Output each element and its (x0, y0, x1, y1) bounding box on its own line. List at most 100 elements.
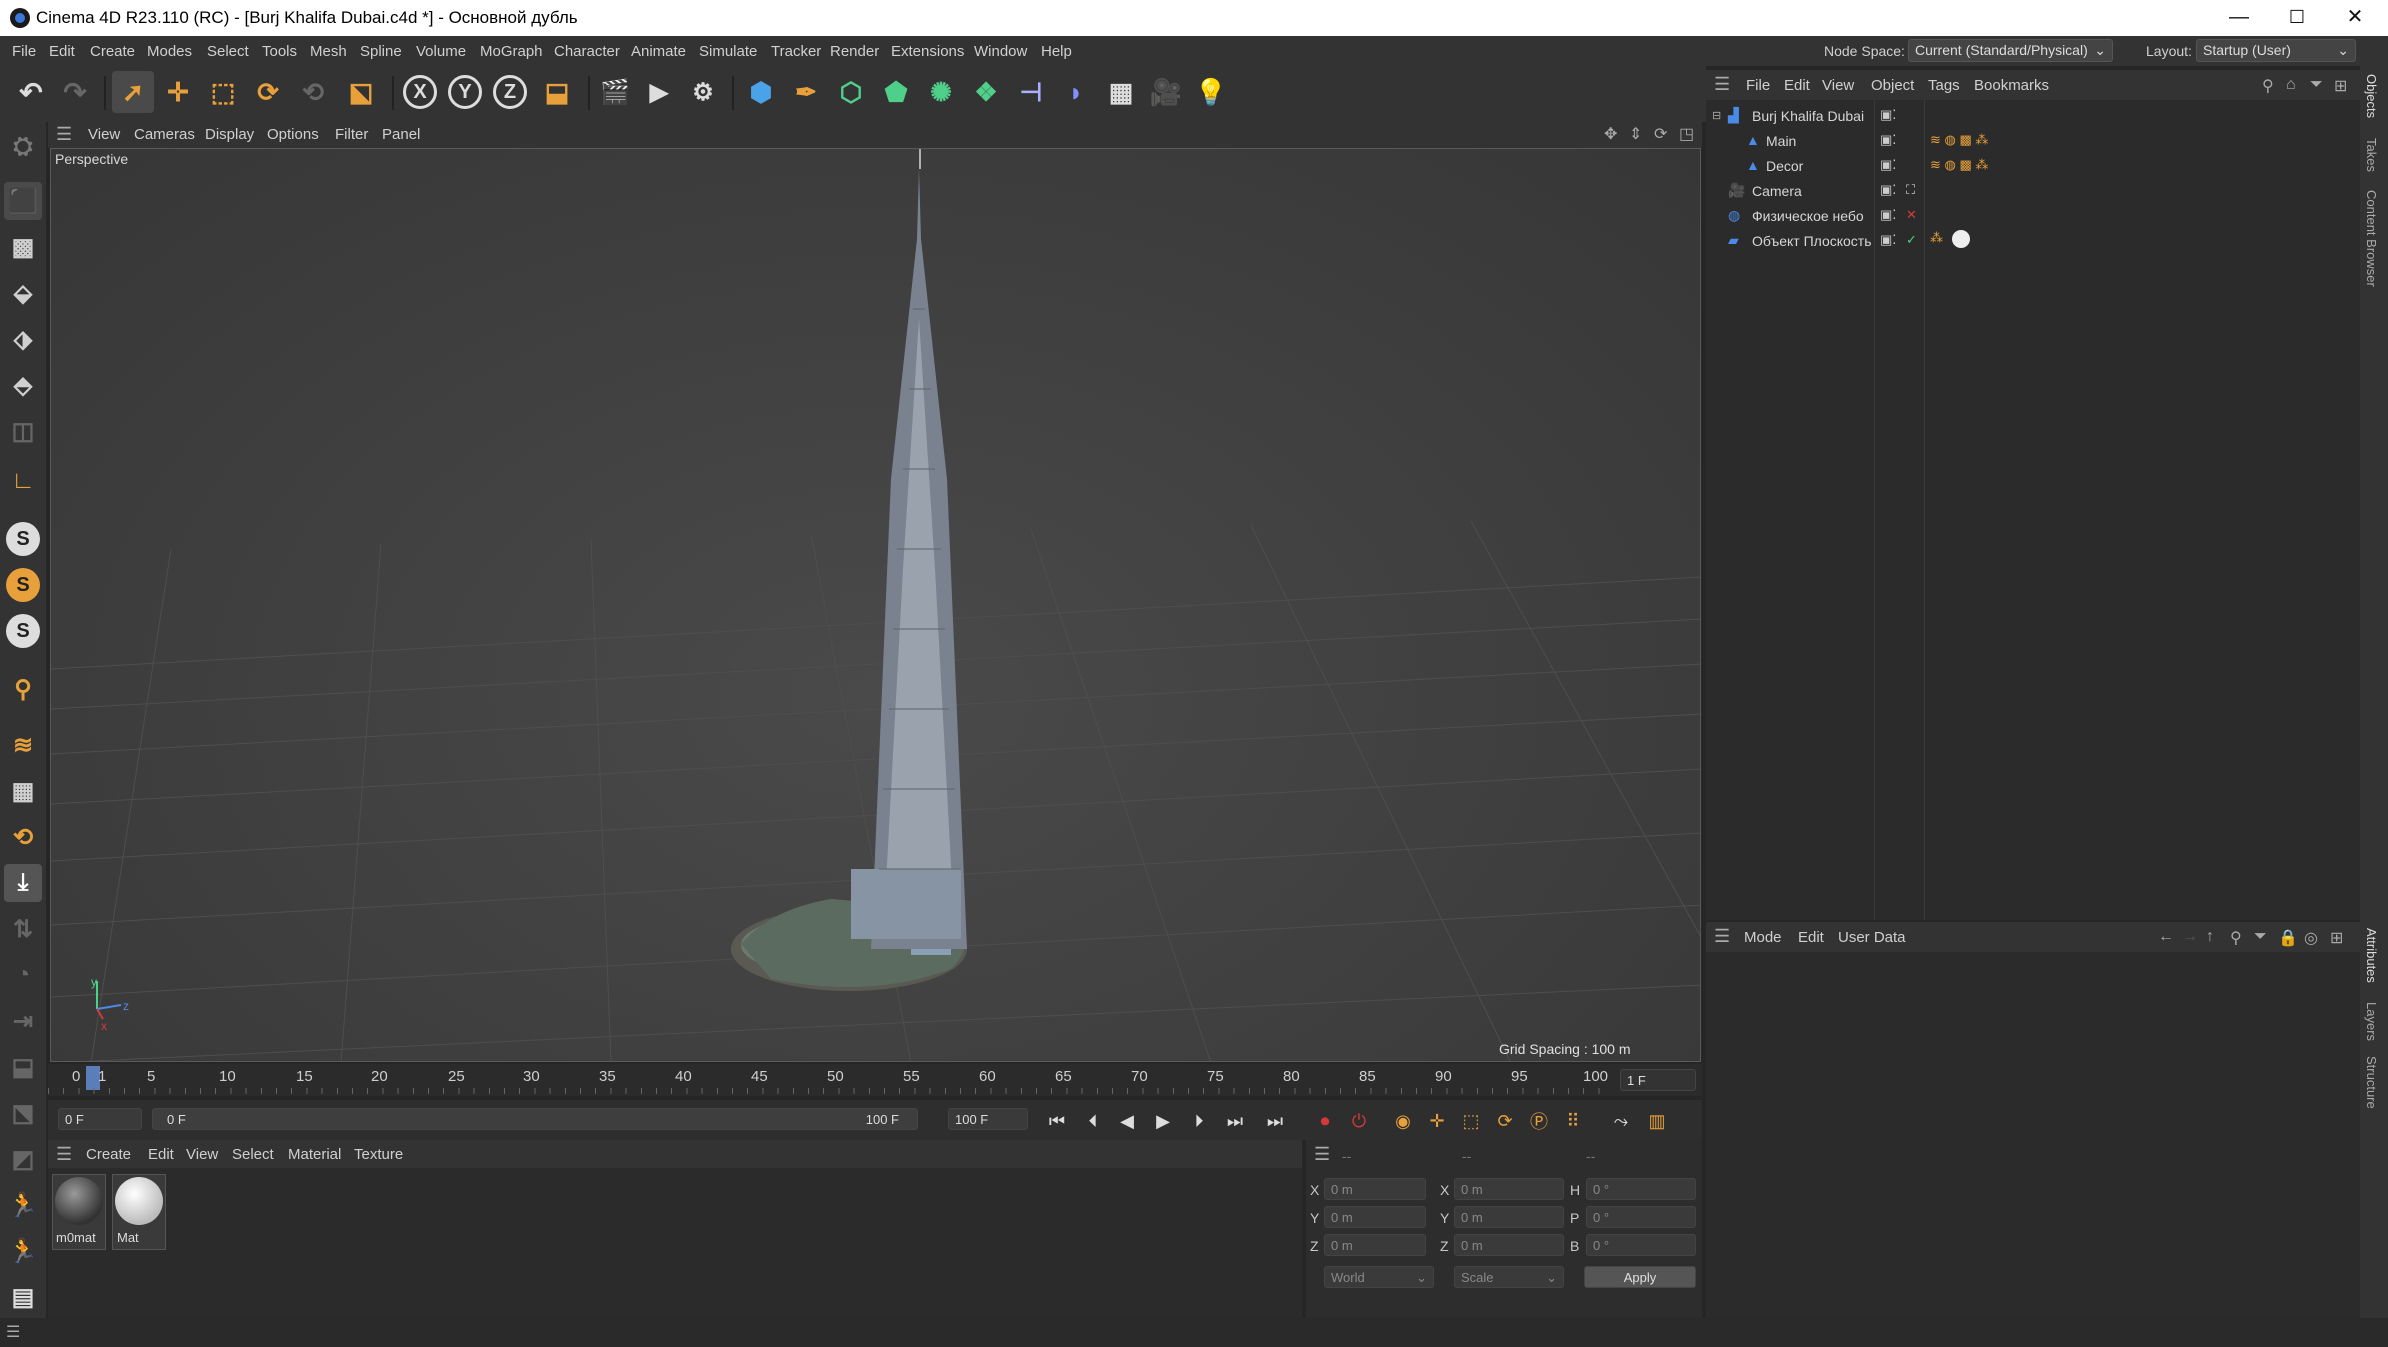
apply-button[interactable]: Apply (1584, 1266, 1696, 1288)
extrude-icon[interactable]: ⬟ (875, 71, 917, 113)
menu-render[interactable]: Render (830, 43, 879, 60)
render-view-icon[interactable]: 🎬 (594, 71, 636, 113)
hamburger-icon[interactable]: ☰ (1314, 1144, 1330, 1165)
rot-b-field[interactable]: 0 ° (1586, 1234, 1696, 1256)
forward-arrow-icon[interactable]: → (2182, 928, 2198, 946)
solo-icon[interactable]: ◔ (4, 956, 42, 994)
tag-icons[interactable]: ≋ ◍ ▩ ⁂ (1930, 132, 1988, 148)
redo-icon[interactable]: ↷ (54, 71, 96, 113)
object-menu-edit[interactable]: Edit (1784, 77, 1810, 94)
auto-key-icon[interactable]: ⏻ (1346, 1109, 1372, 1133)
rotation-key-icon[interactable]: ⟳ (1492, 1109, 1518, 1133)
edges-mode-icon[interactable]: ⬗ (4, 320, 42, 358)
menu-mesh[interactable]: Mesh (310, 43, 347, 60)
menu-file[interactable]: File (12, 43, 36, 60)
go-to-start-icon[interactable]: ⏮ (1044, 1109, 1070, 1133)
align-workplane-icon[interactable]: ⟲ (4, 818, 42, 856)
render-settings-icon[interactable]: ⚙ (682, 71, 724, 113)
hamburger-icon[interactable]: ☰ (56, 1144, 72, 1165)
close-button[interactable]: ✕ (2326, 0, 2384, 36)
camera-icon[interactable]: 🎥 (1145, 71, 1187, 113)
menu-window[interactable]: Window (974, 43, 1027, 60)
pos-x-field[interactable]: 0 m (1324, 1178, 1426, 1200)
points-mode-icon[interactable]: ⬙ (4, 274, 42, 312)
snap-settings-button[interactable]: S (4, 566, 42, 604)
menu-edit[interactable]: Edit (49, 43, 75, 60)
pan-view-icon[interactable]: ✥ (1604, 124, 1617, 144)
preview-range-slider[interactable]: 0 F 100 F (152, 1108, 918, 1130)
material-menu-material[interactable]: Material (288, 1146, 341, 1163)
search-icon[interactable]: ⚲ (2230, 928, 2242, 948)
material-tag-icon[interactable] (1952, 230, 1970, 248)
menu-create[interactable]: Create (90, 43, 135, 60)
visibility-toggle-icon[interactable]: ▣⁚ (1880, 132, 1896, 148)
tag-icons[interactable]: ≋ ◍ ▩ ⁂ (1930, 157, 1988, 173)
play-reverse-icon[interactable]: ◀ (1114, 1109, 1140, 1133)
workplane-icon[interactable]: ≋ (4, 726, 42, 764)
workplane-snap-button[interactable]: S (4, 612, 42, 650)
maximize-button[interactable]: ☐ (2268, 0, 2326, 36)
menu-modes[interactable]: Modes (147, 43, 192, 60)
list-item[interactable]: ▲ Decor ▣⁚ ≋ ◍ ▩ ⁂ (1706, 154, 2360, 179)
coordinate-system-icon[interactable]: ⬓ (536, 71, 578, 113)
hamburger-icon[interactable]: ☰ (56, 124, 72, 145)
material-menu-create[interactable]: Create (86, 1146, 131, 1163)
filter-icon[interactable]: ⏷ (2310, 76, 2323, 94)
coordinate-space-dropdown[interactable]: World ⌄ (1324, 1266, 1434, 1288)
hamburger-icon[interactable]: ☰ (6, 1322, 20, 1342)
tab-layers[interactable]: Layers (2364, 1002, 2379, 1041)
menu-simulate[interactable]: Simulate (699, 43, 757, 60)
model-mode-icon[interactable]: ⬛ (4, 182, 42, 220)
array-icon[interactable]: ✺ (920, 71, 962, 113)
minimize-button[interactable]: — (2210, 0, 2268, 36)
timeline-window-icon[interactable]: ▥ (1644, 1109, 1670, 1133)
material-swatch[interactable]: m0mat (52, 1174, 106, 1250)
subdivision-surface-icon[interactable]: ⬡ (830, 71, 872, 113)
keyframe-selection-icon[interactable]: ◉ (1390, 1109, 1416, 1133)
material-menu-select[interactable]: Select (232, 1146, 274, 1163)
viewport-menu-display[interactable]: Display (205, 126, 254, 143)
zoom-view-icon[interactable]: ⇕ (1629, 124, 1642, 144)
recent-tool-icon[interactable]: ⟲ (292, 71, 334, 113)
hamburger-icon[interactable]: ☰ (1714, 74, 1730, 95)
min-time-field[interactable]: 0 F (58, 1108, 142, 1130)
material-menu-view[interactable]: View (186, 1146, 218, 1163)
list-item[interactable]: ▲ Main ▣⁚ ≋ ◍ ▩ ⁂ (1706, 129, 2360, 154)
play-icon[interactable]: ▶ (1150, 1109, 1176, 1133)
disabled-x-icon[interactable]: ✕ (1906, 207, 1917, 223)
pos-y-field[interactable]: 0 m (1324, 1206, 1426, 1228)
parameter-key-icon[interactable]: Ⓟ (1526, 1109, 1552, 1133)
enabled-check-icon[interactable]: ✓ (1906, 232, 1917, 248)
attribute-menu-edit[interactable]: Edit (1798, 929, 1824, 946)
viewport-menu-view[interactable]: View (88, 126, 120, 143)
snap-button[interactable]: S (4, 520, 42, 558)
back-arrow-icon[interactable]: ← (2158, 928, 2174, 946)
axis-x-button[interactable]: X (399, 71, 441, 113)
lock-icon[interactable]: 🔒 (2278, 928, 2298, 948)
drop-to-floor-icon[interactable]: ⤓ (4, 864, 42, 902)
toggle-view-icon[interactable]: ◳ (1679, 124, 1694, 144)
menu-animate[interactable]: Animate (631, 43, 686, 60)
tab-structure[interactable]: Structure (2364, 1056, 2379, 1109)
viewport-menu-cameras[interactable]: Cameras (134, 126, 195, 143)
cloner-icon[interactable]: ❖ (965, 71, 1007, 113)
axis-y-button[interactable]: Y (444, 71, 486, 113)
next-key-icon[interactable]: ⏭ (1222, 1109, 1248, 1133)
undo-icon[interactable]: ↶ (10, 71, 52, 113)
scale-icon[interactable]: ⬚ (202, 71, 244, 113)
rot-h-field[interactable]: 0 ° (1586, 1178, 1696, 1200)
attribute-menu-user-data[interactable]: User Data (1838, 929, 1906, 946)
menu-character[interactable]: Character (554, 43, 620, 60)
new-window-icon[interactable]: ⊞ (2330, 928, 2343, 948)
solo-selection-icon[interactable]: ⬔ (4, 1094, 42, 1132)
attribute-menu-mode[interactable]: Mode (1744, 929, 1782, 946)
size-mode-dropdown[interactable]: Scale ⌄ (1454, 1266, 1564, 1288)
current-frame-field[interactable]: 1 F (1620, 1069, 1696, 1091)
target-icon[interactable]: ◎ (2304, 928, 2318, 948)
rotate-view-icon[interactable]: ⟳ (1654, 124, 1667, 144)
solo-hierarchy-icon[interactable]: ⬓ (4, 1048, 42, 1086)
size-x-field[interactable]: 0 m (1454, 1178, 1564, 1200)
tab-attributes[interactable]: Attributes (2364, 928, 2379, 983)
tab-objects[interactable]: Objects (2364, 74, 2379, 118)
size-y-field[interactable]: 0 m (1454, 1206, 1564, 1228)
